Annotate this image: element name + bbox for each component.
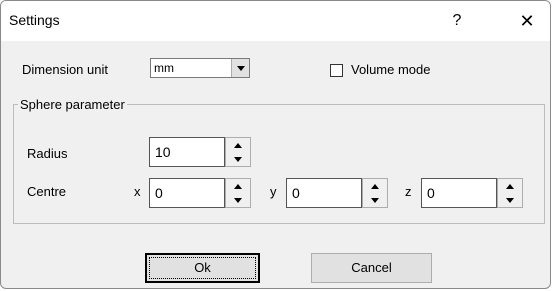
radius-label: Radius [27, 146, 68, 161]
radius-increment-icon[interactable] [226, 138, 250, 153]
window-title: Settings [9, 12, 60, 28]
centre-x-increment-icon[interactable] [226, 179, 250, 194]
centre-z-increment-icon[interactable] [498, 179, 522, 194]
dimension-unit-select[interactable]: mm [150, 58, 250, 78]
centre-z-decrement-icon[interactable] [498, 193, 522, 207]
centre-y-input[interactable]: 0 [286, 178, 362, 208]
ok-button[interactable]: Ok [145, 253, 260, 283]
centre-z-value: 0 [427, 185, 435, 201]
centre-y-label: y [270, 184, 277, 199]
centre-x-spinner[interactable] [225, 178, 251, 208]
radius-spinner[interactable] [225, 137, 251, 167]
close-button[interactable]: ✕ [504, 1, 550, 41]
radius-input[interactable]: 10 [149, 137, 225, 167]
focus-rectangle [149, 257, 256, 279]
centre-y-spinner[interactable] [362, 178, 388, 208]
cancel-button-label: Cancel [351, 260, 392, 275]
settings-dialog: Settings ? ✕ Dimension unit mm Volume mo… [0, 0, 551, 289]
dimension-unit-value: mm [154, 61, 174, 75]
centre-y-decrement-icon[interactable] [363, 193, 387, 207]
radius-value: 10 [155, 144, 171, 160]
title-bar: Settings ? ✕ [1, 1, 550, 42]
cancel-button[interactable]: Cancel [311, 253, 432, 283]
centre-x-input[interactable]: 0 [149, 178, 225, 208]
centre-y-increment-icon[interactable] [363, 179, 387, 194]
radius-decrement-icon[interactable] [226, 152, 250, 166]
sphere-parameter-legend: Sphere parameter [18, 97, 127, 112]
volume-mode-checkbox[interactable] [330, 64, 343, 77]
chevron-down-icon[interactable] [231, 59, 249, 77]
dimension-unit-label: Dimension unit [22, 62, 108, 77]
centre-z-spinner[interactable] [497, 178, 523, 208]
centre-x-decrement-icon[interactable] [226, 193, 250, 207]
volume-mode-label: Volume mode [351, 62, 431, 77]
centre-y-value: 0 [292, 185, 300, 201]
centre-z-input[interactable]: 0 [421, 178, 497, 208]
centre-x-label: x [134, 184, 141, 199]
help-button[interactable]: ? [437, 1, 477, 41]
centre-z-label: z [405, 184, 412, 199]
centre-label: Centre [27, 184, 67, 199]
centre-x-value: 0 [155, 185, 163, 201]
